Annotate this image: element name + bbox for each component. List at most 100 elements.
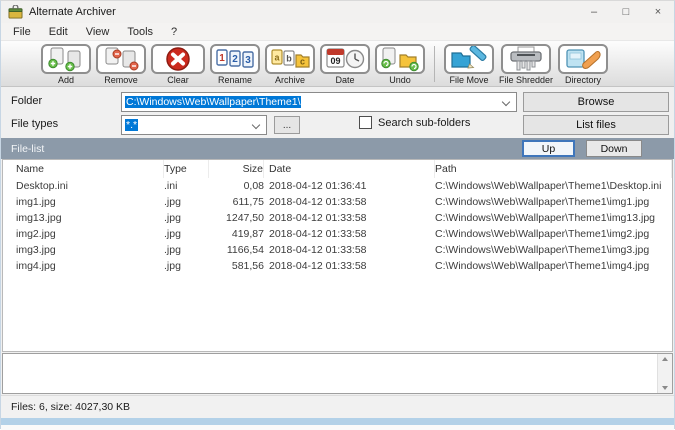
file-list-bar: File-list Up Down [1, 138, 674, 159]
table-row[interactable]: Desktop.ini.ini0,082018-04-12 01:36:41C:… [3, 178, 672, 194]
add-button[interactable]: Add [41, 44, 91, 85]
rename-button[interactable]: 1 2 3 Rename [210, 44, 260, 85]
cell-size: 611,75 [209, 196, 264, 208]
chevron-down-icon[interactable] [253, 122, 260, 129]
file-table-body: Desktop.ini.ini0,082018-04-12 01:36:41C:… [3, 178, 672, 274]
menu-item-view[interactable]: View [77, 25, 119, 39]
cell-size: 419,87 [209, 228, 264, 240]
toolbar-divider [434, 46, 435, 82]
status-text: Files: 6, size: 4027,30 KB [11, 401, 130, 413]
vertical-scrollbar[interactable] [657, 354, 672, 393]
archive-button[interactable]: a b c Archive [265, 44, 315, 85]
date-button[interactable]: 09 Date [320, 44, 370, 85]
browse-button[interactable]: Browse [523, 92, 669, 112]
filetypes-more-button[interactable]: ... [274, 116, 300, 134]
column-header-path[interactable]: Path [435, 160, 672, 178]
menu-item-edit[interactable]: Edit [40, 25, 77, 39]
maximize-icon[interactable]: □ [610, 1, 642, 23]
file-move-button[interactable]: File Move [444, 44, 494, 85]
column-header-date[interactable]: Date [264, 160, 435, 178]
checkbox-icon[interactable] [359, 116, 372, 129]
cell-path: C:\Windows\Web\Wallpaper\Theme1\Desktop.… [435, 180, 672, 192]
directory-icon [558, 44, 608, 74]
table-row[interactable]: img1.jpg.jpg611,752018-04-12 01:33:58C:\… [3, 194, 672, 210]
up-button[interactable]: Up [522, 140, 575, 157]
cell-date: 2018-04-12 01:33:58 [264, 244, 435, 256]
column-header-size[interactable]: Size [209, 160, 264, 178]
folder-input[interactable]: C:\Windows\Web\Wallpaper\Theme1\ [121, 92, 517, 112]
scroll-up-icon[interactable] [662, 357, 668, 361]
scroll-down-icon[interactable] [662, 386, 668, 390]
chevron-down-icon[interactable] [503, 99, 510, 106]
close-icon[interactable]: × [642, 1, 674, 23]
folder-value: C:\Windows\Web\Wallpaper\Theme1\ [125, 96, 301, 108]
svg-text:2: 2 [232, 54, 238, 65]
cell-date: 2018-04-12 01:33:58 [264, 228, 435, 240]
cell-date: 2018-04-12 01:33:58 [264, 212, 435, 224]
window-title: Alternate Archiver [29, 6, 116, 18]
remove-button[interactable]: Remove [96, 44, 146, 85]
down-button[interactable]: Down [586, 140, 642, 157]
search-subfolders-checkbox[interactable]: Search sub-folders [359, 116, 470, 129]
cell-path: C:\Windows\Web\Wallpaper\Theme1\img3.jpg [435, 244, 672, 256]
column-header-name[interactable]: Name [16, 160, 164, 178]
add-button-label: Add [58, 75, 74, 85]
status-bar: Files: 6, size: 4027,30 KB [1, 395, 674, 418]
clear-button-label: Clear [167, 75, 189, 85]
window-bottom-edge [1, 425, 674, 430]
log-textarea[interactable] [2, 353, 673, 394]
clear-button[interactable]: Clear [151, 44, 205, 85]
table-row[interactable]: img4.jpg.jpg581,562018-04-12 01:33:58C:\… [3, 258, 672, 274]
rename-button-label: Rename [218, 75, 252, 85]
column-header-type[interactable]: Type [164, 160, 209, 178]
cell-name: Desktop.ini [16, 180, 164, 192]
filetypes-value: *.* [125, 119, 138, 131]
cell-type: .jpg [164, 244, 209, 256]
menu-item-tools[interactable]: Tools [118, 25, 162, 39]
window-controls: – □ × [578, 1, 674, 23]
svg-text:3: 3 [245, 55, 251, 66]
minimize-icon[interactable]: – [578, 1, 610, 23]
file-table[interactable]: Name Type Size Date Path Desktop.ini.ini… [2, 159, 673, 352]
cell-size: 1166,54 [209, 244, 264, 256]
menu-bar: FileEditViewTools? [1, 23, 674, 40]
date-clock-icon: 09 [320, 44, 370, 74]
cell-type: .jpg [164, 260, 209, 272]
cell-path: C:\Windows\Web\Wallpaper\Theme1\img2.jpg [435, 228, 672, 240]
down-button-label: Down [601, 143, 628, 155]
file-shredder-button-label: File Shredder [499, 75, 553, 85]
cell-size: 1247,50 [209, 212, 264, 224]
rename-icon: 1 2 3 [210, 44, 260, 74]
cell-name: img1.jpg [16, 196, 164, 208]
browse-button-label: Browse [578, 96, 615, 108]
undo-button[interactable]: Undo [375, 44, 425, 85]
list-files-button[interactable]: List files [523, 115, 669, 135]
remove-files-icon [96, 44, 146, 74]
table-row[interactable]: img13.jpg.jpg1247,502018-04-12 01:33:58C… [3, 210, 672, 226]
menu-item-file[interactable]: File [4, 25, 40, 39]
remove-button-label: Remove [104, 75, 138, 85]
cell-name: img3.jpg [16, 244, 164, 256]
cell-type: .ini [164, 180, 209, 192]
cell-size: 0,08 [209, 180, 264, 192]
date-button-label: Date [335, 75, 354, 85]
file-shredder-button[interactable]: File Shredder [499, 44, 553, 85]
undo-button-label: Undo [389, 75, 411, 85]
cell-date: 2018-04-12 01:36:41 [264, 180, 435, 192]
file-list-title: File-list [11, 143, 44, 155]
filetypes-more-label: ... [283, 120, 291, 131]
table-row[interactable]: img2.jpg.jpg419,872018-04-12 01:33:58C:\… [3, 226, 672, 242]
table-row[interactable]: img3.jpg.jpg1166,542018-04-12 01:33:58C:… [3, 242, 672, 258]
filetypes-label: File types [11, 118, 58, 130]
window-bottom-border [1, 418, 674, 425]
directory-button[interactable]: Directory [558, 44, 608, 85]
cell-name: img4.jpg [16, 260, 164, 272]
folder-label: Folder [11, 95, 42, 107]
archive-icon: a b c [265, 44, 315, 74]
directory-button-label: Directory [565, 75, 601, 85]
add-files-icon [41, 44, 91, 74]
svg-text:c: c [300, 57, 305, 67]
filetypes-input[interactable]: *.* [121, 115, 267, 135]
menu-item-help[interactable]: ? [162, 25, 186, 39]
file-move-icon [444, 44, 494, 74]
